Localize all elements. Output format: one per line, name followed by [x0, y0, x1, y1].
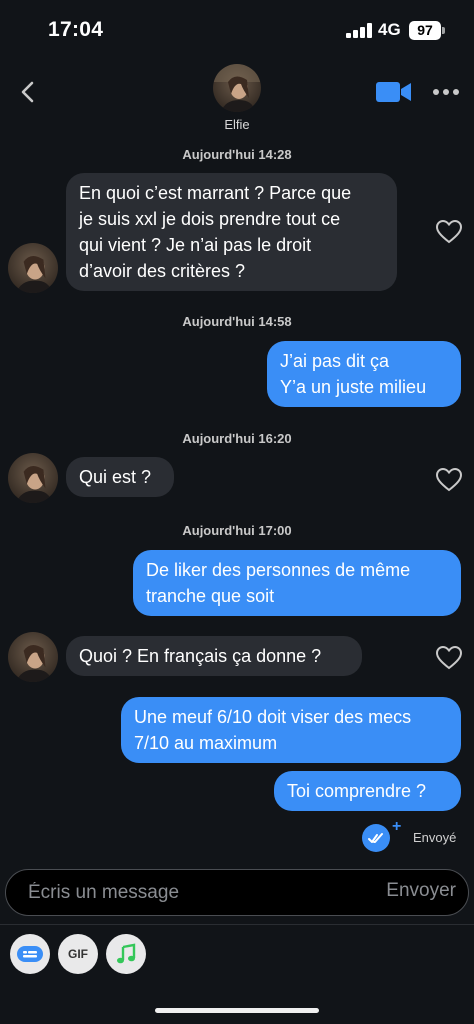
timestamp-label: Aujourd'hui 17:00: [182, 523, 292, 538]
message-line: Une meuf 6/10 doit viser des mecs: [134, 707, 412, 727]
like-heart-icon[interactable]: [436, 646, 462, 670]
battery-icon: 97: [409, 21, 441, 40]
music-button[interactable]: [106, 934, 146, 974]
gif-button[interactable]: GIF: [58, 934, 98, 974]
message-composer: Envoyer: [5, 869, 469, 916]
incoming-message[interactable]: Quoi ? En français ça donne ?: [66, 636, 362, 676]
message-line: 7/10 au maximum: [134, 733, 278, 753]
sent-label: Envoyé: [413, 830, 457, 845]
incoming-message[interactable]: En quoi c’est marrant ? Parce que je sui…: [66, 173, 397, 291]
chat-header: Elfie: [0, 60, 474, 140]
cellular-signal-icon: [346, 23, 372, 38]
sticker-icon: [17, 946, 43, 962]
divider: [0, 924, 474, 925]
outgoing-message[interactable]: Toi comprendre ?: [274, 771, 461, 811]
contact-avatar[interactable]: [213, 64, 261, 112]
home-indicator: [155, 1008, 319, 1013]
timestamp-label: Aujourd'hui 16:20: [182, 431, 292, 446]
like-heart-icon[interactable]: [436, 468, 462, 492]
network-type: 4G: [378, 20, 401, 39]
back-chevron-icon[interactable]: [16, 80, 40, 104]
message-line: En quoi c’est marrant ? Parce que: [79, 183, 352, 203]
battery-level: 97: [417, 22, 433, 38]
message-line: d’avoir des critères ?: [79, 261, 246, 281]
sender-avatar[interactable]: [8, 632, 58, 682]
plus-icon: +: [392, 818, 402, 835]
like-heart-icon[interactable]: [436, 220, 462, 244]
incoming-message[interactable]: Qui est ?: [66, 457, 174, 497]
message-line: je suis xxl je dois prendre tout ce: [79, 209, 341, 229]
outgoing-message[interactable]: De liker des personnes de même tranche q…: [133, 550, 461, 616]
double-check-icon: [362, 824, 390, 852]
send-button[interactable]: Envoyer: [386, 880, 456, 902]
outgoing-message[interactable]: Une meuf 6/10 doit viser des mecs 7/10 a…: [121, 697, 461, 763]
message-input[interactable]: [28, 878, 358, 908]
message-line: qui vient ? Je n’ai pas le droit: [79, 235, 312, 255]
message-line: Qui est ?: [79, 467, 152, 487]
message-line: tranche que soit: [146, 586, 275, 606]
sticker-button[interactable]: [10, 934, 50, 974]
timestamp-label: Aujourd'hui 14:28: [182, 147, 292, 162]
message-line: Y’a un juste milieu: [280, 377, 427, 397]
status-time: 17:04: [48, 18, 104, 41]
message-line: De liker des personnes de même: [146, 560, 411, 580]
gif-icon: GIF: [68, 947, 88, 961]
contact-name[interactable]: Elfie: [0, 117, 474, 132]
battery-tip: [442, 27, 445, 34]
sender-avatar[interactable]: [8, 453, 58, 503]
message-line: Quoi ? En français ça donne ?: [79, 646, 322, 666]
music-note-icon: [117, 943, 136, 964]
message-line: Toi comprendre ?: [287, 781, 427, 801]
timestamp-label: Aujourd'hui 14:58: [182, 314, 292, 329]
delivery-status: + Envoyé: [360, 818, 470, 852]
sender-avatar[interactable]: [8, 243, 58, 293]
video-call-icon[interactable]: [376, 79, 412, 105]
outgoing-message[interactable]: J’ai pas dit ça Y’a un juste milieu: [267, 341, 461, 407]
message-line: J’ai pas dit ça: [280, 351, 390, 371]
more-options-icon[interactable]: [432, 87, 460, 97]
status-bar: 17:04 4G 97: [0, 0, 474, 60]
